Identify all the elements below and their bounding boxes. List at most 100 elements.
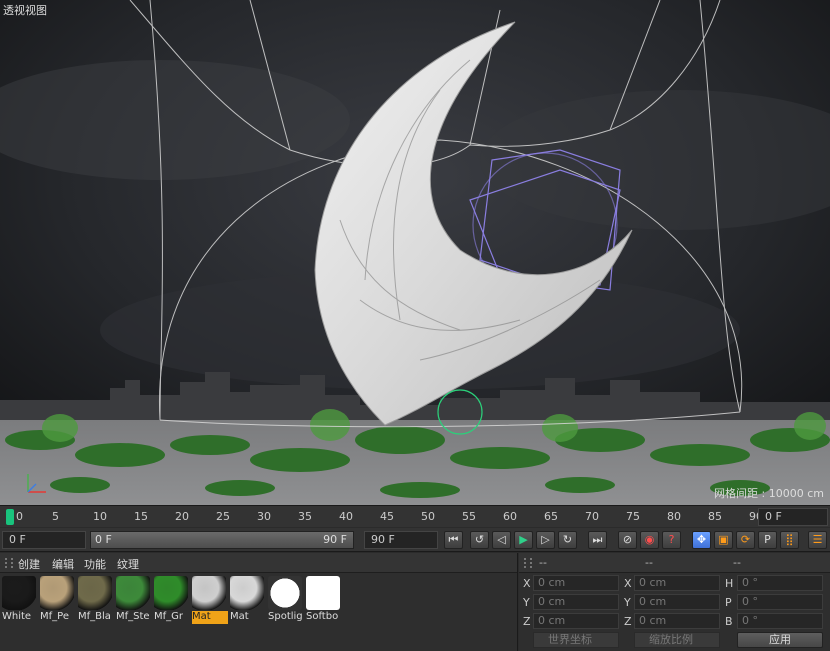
apply-button[interactable]: 应用 bbox=[737, 632, 823, 648]
timeline-tick-label: 35 bbox=[298, 510, 312, 523]
position-header: -- bbox=[539, 556, 547, 569]
timeline-tick-label: 70 bbox=[585, 510, 599, 523]
material-swatch[interactable]: Mf_Gr bbox=[154, 576, 190, 626]
pos-z-label: Z bbox=[523, 615, 531, 628]
viewport-title: 透视视图 bbox=[3, 4, 47, 17]
material-swatch[interactable]: Mf_Pe bbox=[40, 576, 76, 626]
rot-h-field[interactable]: 0 ° bbox=[737, 575, 823, 591]
material-name: Mf_Gr bbox=[154, 611, 184, 622]
material-preview-icon[interactable] bbox=[40, 576, 74, 610]
go-to-end-button[interactable]: ⏭ bbox=[588, 531, 607, 549]
material-preview-icon[interactable] bbox=[230, 576, 264, 610]
rot-p-field[interactable]: 0 ° bbox=[737, 594, 823, 610]
material-name: Mat bbox=[230, 611, 249, 622]
timeline-tick-label: 0 bbox=[16, 510, 23, 523]
scale-ratio-dropdown[interactable]: 缩放比例 bbox=[634, 632, 720, 648]
menu-function[interactable]: 功能 bbox=[84, 556, 106, 572]
material-name: Mf_Pe bbox=[40, 611, 69, 622]
material-name: White bbox=[2, 611, 32, 622]
prev-key-button[interactable]: ↺ bbox=[470, 531, 489, 549]
max-frame-field[interactable]: 90 F bbox=[364, 531, 438, 549]
menu-create[interactable]: 创建 bbox=[18, 556, 40, 572]
timeline-tick-label: 30 bbox=[257, 510, 271, 523]
material-swatch[interactable]: Mat bbox=[192, 576, 228, 626]
material-preview-icon[interactable] bbox=[78, 576, 112, 610]
timeline-end-field[interactable]: 0 F bbox=[758, 508, 828, 526]
auto-keying-icon[interactable]: ? bbox=[662, 531, 681, 549]
material-preview-icon[interactable] bbox=[116, 576, 150, 610]
material-name: Softbo bbox=[306, 611, 339, 622]
material-swatch[interactable]: Mf_Ste bbox=[116, 576, 152, 626]
parameter-key-icon[interactable]: P bbox=[758, 531, 777, 549]
material-name: Mat bbox=[192, 611, 228, 624]
perspective-viewport[interactable]: 透视视图 网格间距 : 10000 cm bbox=[0, 0, 830, 505]
pos-y-label: Y bbox=[523, 596, 530, 609]
rot-h-label: H bbox=[725, 577, 734, 590]
pos-x-label: X bbox=[523, 577, 531, 590]
record-keys-icon[interactable]: ◉ bbox=[640, 531, 659, 549]
timeline-tick-label: 55 bbox=[462, 510, 476, 523]
frame-range-slider[interactable]: 0 F 90 F bbox=[90, 531, 354, 549]
timeline-tick-label: 40 bbox=[339, 510, 353, 523]
prev-frame-button[interactable]: ◁ bbox=[492, 531, 511, 549]
timeline-tick-label: 80 bbox=[667, 510, 681, 523]
timeline-tick-label: 75 bbox=[626, 510, 640, 523]
rot-b-field[interactable]: 0 ° bbox=[737, 613, 823, 629]
material-swatch[interactable]: White bbox=[2, 576, 38, 626]
timeline-tick-label: 5 bbox=[52, 510, 59, 523]
material-preview-icon[interactable] bbox=[268, 576, 302, 610]
material-preview-icon[interactable] bbox=[154, 576, 188, 610]
menu-edit[interactable]: 编辑 bbox=[52, 556, 74, 572]
move-key-icon[interactable]: ✥ bbox=[692, 531, 711, 549]
material-preview-icon[interactable] bbox=[192, 576, 226, 610]
range-start-label: 0 F bbox=[95, 533, 112, 546]
play-button[interactable]: ▶ bbox=[514, 531, 533, 549]
material-swatch[interactable]: Softbo bbox=[306, 576, 342, 626]
material-swatch[interactable]: Spotlig bbox=[268, 576, 304, 626]
timeline-tick-label: 85 bbox=[708, 510, 722, 523]
material-preview-icon[interactable] bbox=[306, 576, 340, 610]
next-frame-button[interactable]: ▷ bbox=[536, 531, 555, 549]
menu-texture[interactable]: 纹理 bbox=[117, 556, 139, 572]
world-coords-dropdown[interactable]: 世界坐标 bbox=[533, 632, 619, 648]
pos-y-field[interactable]: 0 cm bbox=[533, 594, 619, 610]
size-y-field[interactable]: 0 cm bbox=[634, 594, 720, 610]
next-key-button[interactable]: ↻ bbox=[558, 531, 577, 549]
material-swatch[interactable]: Mf_Bla bbox=[78, 576, 114, 626]
timeline-ruler[interactable]: 0 5 10 15 20 25 30 35 40 45 50 55 60 65 70 75 80 85 90 0 F bbox=[0, 505, 830, 527]
rot-p-label: P bbox=[725, 596, 732, 609]
material-manager: 创建 编辑 功能 纹理 White Mf_Pe Mf_Bla Mf_Ste Mf_Gr M… bbox=[0, 553, 518, 651]
size-x-label: X bbox=[624, 577, 632, 590]
material-menubar: 创建 编辑 功能 纹理 bbox=[0, 553, 517, 573]
material-name: Mf_Ste bbox=[116, 611, 150, 622]
material-swatch[interactable]: Mat bbox=[230, 576, 266, 626]
panel-grip-icon[interactable] bbox=[5, 558, 13, 568]
rotate-key-icon[interactable]: ⟳ bbox=[736, 531, 755, 549]
go-to-start-button[interactable]: ⏮ bbox=[444, 531, 463, 549]
scale-key-icon[interactable]: ▣ bbox=[714, 531, 733, 549]
pos-z-field[interactable]: 0 cm bbox=[533, 613, 619, 629]
current-frame-field[interactable]: 0 F bbox=[2, 531, 86, 549]
size-z-field[interactable]: 0 cm bbox=[634, 613, 720, 629]
timeline-tick-label: 15 bbox=[134, 510, 148, 523]
timeline-tick-label: 10 bbox=[93, 510, 107, 523]
viewport-scene[interactable] bbox=[0, 0, 830, 505]
transport-bar: 0 F 0 F 90 F 90 F ⏮ ↺ ◁ ▶ ▷ ↻ ⏭ ⊘ ◉ ? ✥ … bbox=[0, 528, 830, 552]
size-x-field[interactable]: 0 cm bbox=[634, 575, 720, 591]
timeline-window-icon[interactable]: ☰ bbox=[808, 531, 827, 549]
timeline-tick-label: 65 bbox=[544, 510, 558, 523]
material-preview-icon[interactable] bbox=[2, 576, 36, 610]
timeline-tick-label: 50 bbox=[421, 510, 435, 523]
timeline-tick-label: 20 bbox=[175, 510, 189, 523]
cinema4d-window: 透视视图 网格间距 : 10000 cm 0 5 10 15 20 25 30 35 40 45 5… bbox=[0, 0, 830, 651]
timeline-tick-label: 45 bbox=[380, 510, 394, 523]
panel-grip-icon[interactable] bbox=[524, 558, 532, 568]
point-level-icon[interactable]: ⣿ bbox=[780, 531, 799, 549]
record-off-icon[interactable]: ⊘ bbox=[618, 531, 637, 549]
timeline-tick-label: 60 bbox=[503, 510, 517, 523]
axis-gizmo-icon bbox=[27, 474, 46, 493]
coordinates-header: -- -- -- bbox=[519, 553, 830, 573]
range-end-label: 90 F bbox=[323, 533, 347, 546]
pos-x-field[interactable]: 0 cm bbox=[533, 575, 619, 591]
timeline-playhead[interactable] bbox=[6, 509, 14, 525]
